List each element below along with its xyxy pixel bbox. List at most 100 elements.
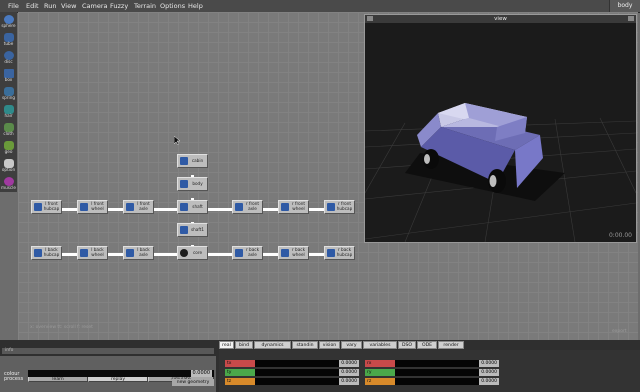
param-value[interactable]: 0.0000	[339, 369, 359, 376]
node-l-back-axle[interactable]: l back axle	[123, 246, 154, 260]
param-name: rx	[365, 360, 395, 367]
view-window[interactable]: view 0:00.00	[364, 14, 637, 243]
tab-dso[interactable]: DSO	[398, 341, 416, 349]
colour-field[interactable]: 0.0000	[28, 370, 214, 377]
menu-fuzzy[interactable]: Fuzzy	[110, 2, 128, 10]
tool-label: tube	[3, 41, 14, 46]
option-tool-button[interactable]: option	[1, 158, 16, 173]
menu-view[interactable]: View	[61, 2, 76, 10]
disc-icon	[327, 203, 335, 211]
sphere-tool-button[interactable]: sphere	[1, 14, 16, 29]
tab-dynamics[interactable]: dynamics	[254, 341, 291, 349]
param-tz[interactable]: tz 0.0000	[225, 378, 361, 385]
tool-label: muscle	[1, 185, 16, 190]
node-label: r back hubcap	[336, 247, 353, 257]
menu-file[interactable]: File	[8, 2, 19, 10]
cloth-tool-button[interactable]: cloth	[1, 122, 16, 137]
node-r-back-wheel[interactable]: r back wheel	[278, 246, 309, 260]
3d-scene[interactable]	[365, 23, 636, 242]
node-l-back-hubcap[interactable]: l back hubcap	[31, 246, 62, 260]
spring-tool-button[interactable]: spring	[1, 86, 16, 101]
node-r-back-axle[interactable]: r back axle	[232, 246, 263, 260]
node-l-front-hubcap[interactable]: l front hubcap	[31, 200, 62, 214]
menu-options[interactable]: Options	[160, 2, 185, 10]
param-name: ty	[225, 369, 255, 376]
disc-tool-button[interactable]: disc	[1, 50, 16, 65]
export-label[interactable]: export	[612, 329, 627, 334]
node-label: r back wheel	[291, 247, 305, 257]
graph-link	[108, 208, 123, 211]
disc-icon	[281, 249, 289, 257]
properties-tabs: real bind dynamics standin vision vary v…	[219, 341, 637, 349]
colour-value[interactable]: 0.0000	[190, 370, 212, 377]
tab-vision[interactable]: vision	[319, 341, 340, 349]
node-r-front-hubcap[interactable]: r front hubcap	[324, 200, 355, 214]
menu-edit[interactable]: Edit	[26, 2, 39, 10]
tool-label: hair	[4, 113, 13, 118]
param-value[interactable]: 0.0000	[479, 369, 499, 376]
param-value[interactable]: 0.0000	[339, 360, 359, 367]
node-l-back-wheel[interactable]: l back wheel	[77, 246, 108, 260]
tube-tool-button[interactable]: tube	[1, 32, 16, 47]
node-l-front-wheel[interactable]: l front wheel	[77, 200, 108, 214]
sphere-icon	[180, 249, 188, 257]
node-shaft1[interactable]: shaft1	[177, 223, 208, 237]
node-label: l back hubcap	[43, 247, 60, 257]
tab-vary[interactable]: vary	[341, 341, 362, 349]
tool-label: disc	[4, 59, 13, 64]
node-core[interactable]: core	[177, 246, 208, 260]
node-r-back-hubcap[interactable]: r back hubcap	[324, 246, 355, 260]
mouse-cursor-icon	[174, 136, 181, 145]
param-tx[interactable]: tx 0.0000	[225, 360, 361, 367]
tab-ode[interactable]: ODE	[417, 341, 437, 349]
node-label: shaft	[192, 204, 203, 209]
tab-variables[interactable]: variables	[363, 341, 397, 349]
menu-help[interactable]: Help	[188, 2, 203, 10]
node-label: l front axle	[137, 201, 150, 211]
tool-label: box	[4, 77, 13, 82]
tab-standin[interactable]: standin	[292, 341, 318, 349]
playback-time: 0:00.00	[608, 232, 632, 239]
tube-icon	[235, 249, 243, 257]
tab-render[interactable]: render	[438, 341, 464, 349]
graph-link	[62, 208, 77, 211]
node-cabin[interactable]: cabin	[177, 154, 208, 168]
node-shaft[interactable]: shaft	[177, 200, 208, 214]
hair-tool-button[interactable]: hair	[1, 104, 16, 119]
tab-bind[interactable]: bind	[235, 341, 253, 349]
command-line[interactable]: info	[2, 348, 214, 354]
param-rx[interactable]: rx 0.0000	[365, 360, 501, 367]
window-menu-icon[interactable]	[367, 16, 373, 21]
new-geometry-button[interactable]: new geometry	[172, 379, 214, 386]
selected-object-label: body	[609, 0, 640, 12]
node-r-front-axle[interactable]: r front axle	[232, 200, 263, 214]
graph-link	[263, 253, 278, 256]
object-toolbar: sphere tube disc box spring hair cloth g…	[0, 12, 17, 192]
menu-run[interactable]: Run	[44, 2, 56, 10]
param-ry[interactable]: ry 0.0000	[365, 369, 501, 376]
tool-label: option	[1, 167, 16, 172]
tool-label: cloth	[3, 131, 14, 136]
node-l-front-axle[interactable]: l front axle	[123, 200, 154, 214]
tool-label: sphere	[1, 23, 16, 28]
param-name: ry	[365, 369, 395, 376]
node-label: body	[192, 181, 203, 186]
node-body[interactable]: body	[177, 177, 208, 191]
box-tool-button[interactable]: box	[1, 68, 16, 83]
param-ty[interactable]: ty 0.0000	[225, 369, 361, 376]
view-titlebar[interactable]: view	[365, 15, 636, 23]
muscle-tool-button[interactable]: muscle	[1, 176, 16, 191]
param-value[interactable]: 0.0000	[339, 378, 359, 385]
close-icon[interactable]	[628, 16, 634, 21]
tube-icon	[180, 226, 188, 234]
node-r-front-wheel[interactable]: r front wheel	[278, 200, 309, 214]
tab-real[interactable]: real	[219, 341, 234, 349]
menu-terrain[interactable]: Terrain	[134, 2, 156, 10]
tube-icon	[180, 203, 188, 211]
menu-camera[interactable]: Camera	[82, 2, 108, 10]
param-value[interactable]: 0.0000	[479, 378, 499, 385]
geo-tool-button[interactable]: geo	[1, 140, 16, 155]
param-rz[interactable]: rz 0.0000	[365, 378, 501, 385]
disc-icon	[281, 203, 289, 211]
param-value[interactable]: 0.0000	[479, 360, 499, 367]
